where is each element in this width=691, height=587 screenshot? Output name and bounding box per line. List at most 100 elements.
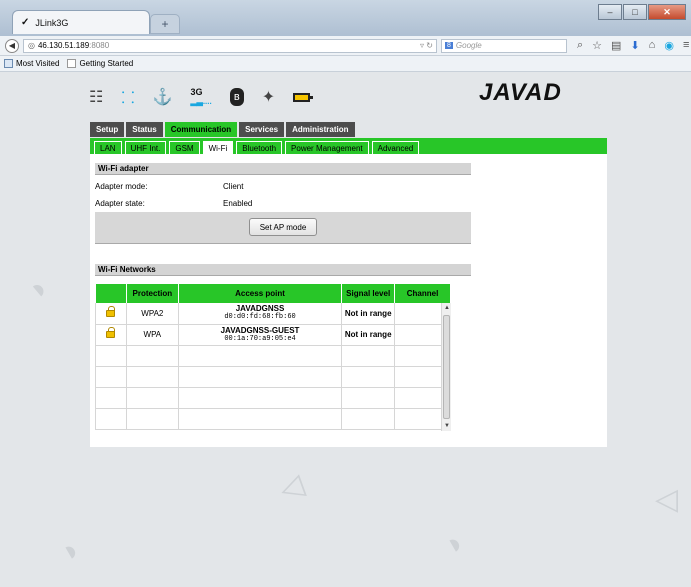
reload-icon[interactable]: ▿ ↻ bbox=[420, 41, 436, 50]
scroll-up-icon[interactable]: ▲ bbox=[442, 303, 452, 313]
access-point-cell: JAVADGNSS-GUEST 00:1a:70:a9:05:e4 bbox=[178, 324, 343, 346]
scroll-down-icon[interactable]: ▼ bbox=[442, 421, 452, 431]
search-bar[interactable]: 8 Google bbox=[441, 38, 567, 53]
skype-icon[interactable]: ◉ bbox=[664, 39, 674, 52]
access-point-cell: JAVADGNSS d0:d0:fd:68:fb:60 bbox=[178, 303, 343, 325]
javad-logo-icon: ✓ bbox=[21, 17, 30, 28]
scroll-thumb[interactable] bbox=[443, 315, 450, 419]
window-controls: – □ ✕ bbox=[598, 4, 686, 20]
tab-setup[interactable]: Setup bbox=[90, 122, 125, 137]
subtab-uhf[interactable]: UHF Int. bbox=[124, 141, 167, 154]
tab-communication[interactable]: Communication bbox=[164, 122, 238, 137]
adapter-actions: Set AP mode bbox=[95, 212, 471, 244]
tab-title: JLink3G bbox=[35, 17, 69, 28]
subtab-power-management[interactable]: Power Management bbox=[285, 141, 369, 154]
table-row[interactable]: WPA2 JAVADGNSS d0:d0:fd:68:fb:60 Not in … bbox=[95, 303, 451, 325]
networks-table: Protection Access point Signal level Cha… bbox=[95, 284, 451, 430]
globe-icon: ◎ bbox=[28, 41, 35, 50]
table-scrollbar[interactable]: ▲ ▼ bbox=[441, 303, 451, 431]
lock-cell bbox=[95, 324, 127, 346]
minimize-button[interactable]: – bbox=[598, 4, 622, 20]
background-decoration-icon: ◁ bbox=[655, 483, 679, 516]
bookmark-getting-started[interactable]: Getting Started bbox=[67, 59, 133, 68]
status-icons: ☷ ⸬ ⚓ 3G ▂▃.... ʙ ✦ bbox=[89, 86, 314, 108]
bookmark-star-icon[interactable]: ☆ bbox=[592, 39, 602, 52]
lock-icon bbox=[106, 305, 116, 317]
adapter-mode-value: Client bbox=[223, 182, 244, 191]
subtab-bluetooth[interactable]: Bluetooth bbox=[236, 141, 283, 154]
bookmarks-toolbar: Most Visited Getting Started bbox=[0, 56, 691, 72]
background-decoration-icon: ◗ bbox=[21, 270, 57, 308]
toolbar-icons: ⌕ ☆ ▤ ⬇ ⌂ ◉ ≡ bbox=[577, 39, 689, 52]
background-decoration-icon: ◗ bbox=[438, 524, 471, 563]
table-row-empty bbox=[95, 366, 451, 388]
search-placeholder: Google bbox=[455, 41, 482, 50]
back-button[interactable]: ◀ bbox=[5, 38, 19, 53]
tab-services[interactable]: Services bbox=[239, 122, 285, 137]
sub-tabs: LAN UHF Int. GSM Wi-Fi Bluetooth Power M… bbox=[90, 138, 607, 154]
lock-cell bbox=[95, 303, 127, 325]
table-row-empty bbox=[95, 387, 451, 409]
mac-address: d0:d0:fd:68:fb:60 bbox=[224, 313, 296, 322]
main-tabs: Setup Status Communication Services Admi… bbox=[90, 122, 355, 137]
window-titlebar: ✓ JLink3G + – □ ✕ bbox=[0, 0, 691, 36]
url-host: 46.130.51.189 bbox=[37, 41, 90, 50]
google-icon: 8 bbox=[445, 42, 453, 49]
close-button[interactable]: ✕ bbox=[648, 4, 686, 20]
column-header-protection: Protection bbox=[126, 284, 179, 303]
mac-address: 00:1a:70:a9:05:e4 bbox=[224, 334, 296, 343]
url-port: :8080 bbox=[89, 41, 110, 50]
column-header-lock bbox=[95, 284, 127, 303]
protection-cell: WPA bbox=[126, 324, 179, 346]
lock-icon bbox=[106, 327, 116, 338]
table-header-row: Protection Access point Signal level Cha… bbox=[95, 284, 451, 303]
adapter-mode-label: Adapter mode: bbox=[95, 182, 148, 191]
subtab-lan[interactable]: LAN bbox=[94, 141, 122, 154]
table-row-empty bbox=[95, 408, 451, 430]
bookmark-label: Most Visited bbox=[16, 59, 60, 68]
javad-logo: JAVAD bbox=[479, 79, 562, 106]
bookmark-most-visited[interactable]: Most Visited bbox=[4, 59, 59, 68]
subtab-gsm[interactable]: GSM bbox=[169, 141, 200, 154]
bluetooth-icon: ʙ bbox=[229, 88, 244, 106]
bookmark-label: Getting Started bbox=[79, 59, 134, 68]
network-icon: ☷ bbox=[89, 89, 104, 106]
adapter-state-value: Enabled bbox=[223, 199, 253, 208]
radio-antenna-icon: ⚓ bbox=[152, 89, 173, 106]
satellite-icon: ✦ bbox=[261, 89, 276, 106]
url-bar[interactable]: ◎ 46.130.51.189 :8080 ▿ ↻ bbox=[23, 38, 437, 53]
bookmark-folder-icon bbox=[4, 59, 13, 68]
bookmarks-menu-icon[interactable]: ▤ bbox=[611, 39, 621, 52]
home-icon[interactable]: ⌂ bbox=[649, 39, 656, 52]
column-header-access-point: Access point bbox=[178, 284, 343, 303]
protection-cell: WPA2 bbox=[126, 303, 179, 325]
table-row[interactable]: WPA JAVADGNSS-GUEST 00:1a:70:a9:05:e4 No… bbox=[95, 324, 451, 346]
section-title-wifi-adapter: Wi-Fi adapter bbox=[95, 163, 471, 175]
new-tab-button[interactable]: + bbox=[150, 14, 180, 34]
browser-tab[interactable]: ✓ JLink3G bbox=[12, 10, 150, 34]
search-icon[interactable]: ⌕ bbox=[577, 39, 583, 52]
tab-administration[interactable]: Administration bbox=[286, 122, 355, 137]
tab-status[interactable]: Status bbox=[126, 122, 163, 137]
column-header-signal-level: Signal level bbox=[341, 284, 396, 303]
download-icon[interactable]: ⬇ bbox=[630, 39, 639, 52]
navigation-bar: ◀ ◎ 46.130.51.189 :8080 ▿ ↻ 8 Google ⌕ ☆… bbox=[0, 36, 691, 56]
background-decoration-icon: ◁ bbox=[275, 468, 309, 507]
background-decoration-icon: ◗ bbox=[54, 531, 87, 570]
wifi-icon: ⸬ bbox=[121, 90, 135, 107]
subtab-wifi[interactable]: Wi-Fi bbox=[202, 141, 234, 154]
signal-cell: Not in range bbox=[341, 303, 396, 325]
cellular-3g-icon: 3G ▂▃.... bbox=[190, 87, 212, 107]
column-header-channel: Channel bbox=[394, 284, 451, 303]
maximize-button[interactable]: □ bbox=[623, 4, 647, 20]
wifi-panel: Wi-Fi adapter Adapter mode: Client Adapt… bbox=[90, 154, 607, 447]
page-icon bbox=[67, 59, 77, 68]
signal-cell: Not in range bbox=[341, 324, 396, 346]
page-body: ◗ ◁ ◁ ◗ ◗ ☷ ⸬ ⚓ 3G ▂▃.... ʙ ✦ JAVAD Setup… bbox=[0, 72, 691, 587]
table-row-empty bbox=[95, 345, 451, 367]
ssid: JAVADGNSS bbox=[235, 304, 285, 314]
subtab-advanced[interactable]: Advanced bbox=[371, 141, 420, 154]
ssid: JAVADGNSS-GUEST bbox=[220, 325, 300, 335]
set-ap-mode-button[interactable]: Set AP mode bbox=[249, 218, 317, 236]
menu-icon[interactable]: ≡ bbox=[683, 39, 689, 52]
